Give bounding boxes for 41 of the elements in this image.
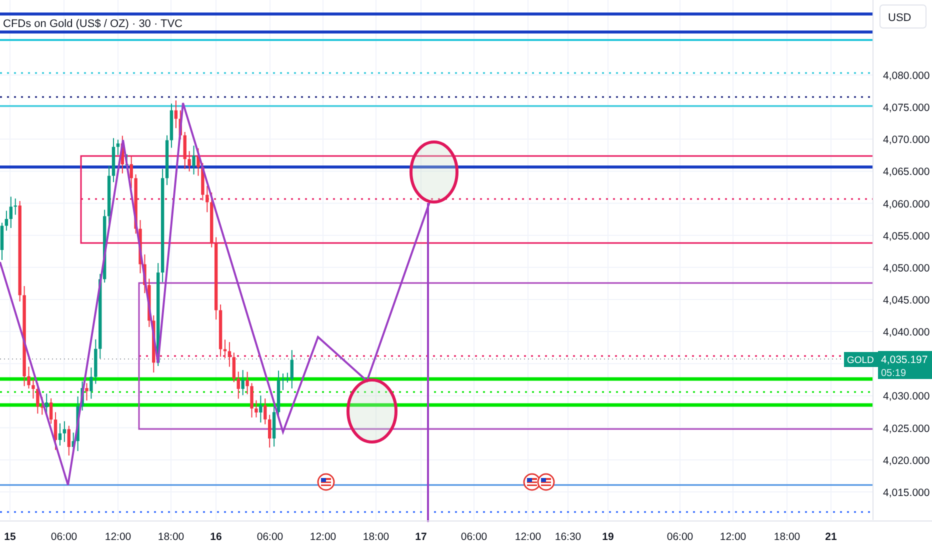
- time-label: 18:00: [362, 531, 390, 543]
- date-label: 17: [415, 531, 427, 543]
- symbol-tag: GOLD: [844, 352, 878, 367]
- last-price-label: 4,035.197: [881, 354, 928, 366]
- time-label: 12:00: [310, 531, 336, 543]
- time-label: 18:00: [158, 531, 184, 543]
- price-tick-label: 4,080.000: [883, 70, 930, 82]
- circle-marker: [346, 378, 398, 444]
- price-tick-label: 4,060.000: [883, 198, 930, 210]
- time-label: 18:00: [774, 531, 800, 543]
- date-label: 19: [602, 531, 614, 543]
- price-tick-label: 4,075.000: [883, 102, 930, 114]
- time-label: 12:00: [104, 531, 132, 543]
- time-label: 12:00: [720, 531, 746, 543]
- price-tick-label: 4,040.000: [883, 326, 930, 339]
- price-tick-label: 4,055.000: [883, 230, 930, 242]
- price-label-background: [878, 351, 932, 379]
- date-label: 15: [4, 531, 16, 543]
- price-tick-label: 4,065.000: [883, 166, 930, 178]
- price-tick-label: 4,025.000: [883, 422, 930, 435]
- price-tick-label: 4,015.000: [883, 486, 930, 499]
- currency-button[interactable]: USD: [880, 4, 926, 28]
- flag-icon[interactable]: [317, 473, 335, 491]
- price-tick-label: 4,045.000: [883, 294, 930, 306]
- time-label: 16:30: [554, 531, 582, 543]
- price-tick-label: 4,030.000: [883, 390, 930, 403]
- time-label: 06:00: [50, 531, 78, 543]
- flag-icon[interactable]: [523, 473, 541, 491]
- time-label: 06:00: [256, 531, 284, 543]
- time-label: 12:00: [514, 531, 542, 543]
- flag-icon[interactable]: [537, 473, 555, 491]
- chart-title: CFDs on Gold (US$ / OZ) · 30 · TVC: [3, 18, 183, 30]
- countdown-label: 05:19: [881, 368, 906, 379]
- circle-marker: [410, 140, 458, 204]
- price-tick-label: 4,070.000: [883, 134, 930, 146]
- price-tick-label: 4,020.000: [883, 454, 930, 467]
- time-label: 06:00: [666, 531, 694, 543]
- date-label: 21: [825, 531, 837, 543]
- time-label: 06:00: [460, 531, 488, 543]
- price-tick-label: 4,050.000: [883, 262, 930, 274]
- date-label: 16: [210, 531, 222, 543]
